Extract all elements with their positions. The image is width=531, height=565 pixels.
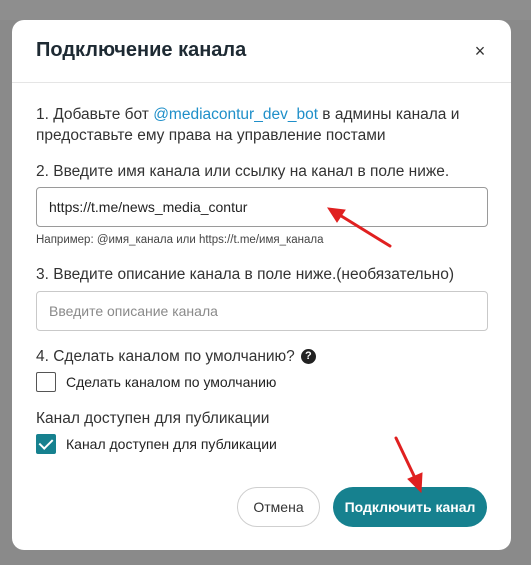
step2-label: 2. Введите имя канала или ссылку на кана… [36,163,450,180]
default-channel-checkbox[interactable] [36,372,56,392]
channel-url-input[interactable] [36,187,488,227]
default-channel-option[interactable]: Сделать каналом по умолчанию [36,372,276,392]
dialog-header: Подключение канала × [12,20,511,83]
availability-title: Канал доступен для публикации [36,410,270,427]
step4-label: 4. Сделать каналом по умолчанию? [36,348,295,365]
help-icon[interactable]: ? [300,349,316,364]
connect-channel-button[interactable]: Подключить канал [333,487,487,527]
availability-checkbox[interactable] [36,434,56,454]
step4-row: 4. Сделать каналом по умолчанию? ? [36,346,316,367]
availability-checkbox-label[interactable]: Канал доступен для публикации [66,436,277,452]
bot-link[interactable]: @mediacontur_dev_bot [153,106,318,123]
default-channel-checkbox-label[interactable]: Сделать каналом по умолчанию [66,374,276,390]
cancel-button[interactable]: Отмена [237,487,320,527]
close-icon[interactable]: × [471,42,489,60]
step3-label: 3. Введите описание канала в поле ниже.(… [36,266,455,283]
channel-url-hint: Например: @имя_канала или https://t.me/и… [36,234,324,246]
step1-text: 1. Добавьте бот @mediacontur_dev_bot в а… [36,104,491,146]
dialog-title: Подключение канала [36,39,247,61]
step1-prefix: 1. Добавьте бот [36,106,154,123]
availability-option[interactable]: Канал доступен для публикации [36,434,277,454]
channel-description-input[interactable] [36,291,488,331]
connect-channel-dialog: Подключение канала × 1. Добавьте бот @me… [12,20,511,550]
page-backdrop [0,0,531,20]
